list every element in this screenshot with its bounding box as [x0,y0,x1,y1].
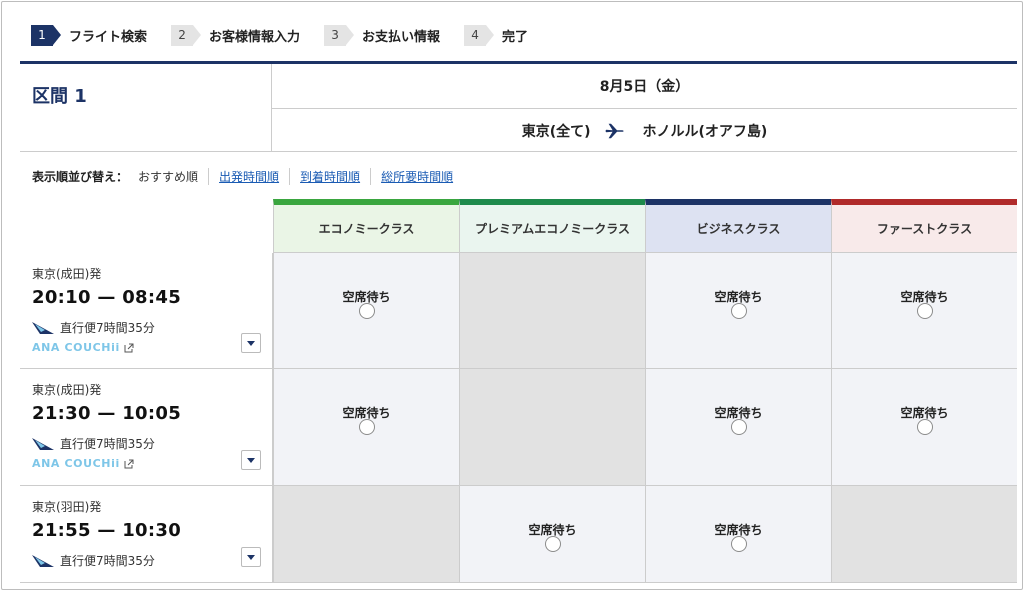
flight-row: 東京(羽田)発 21:55 — 10:30 直行便7時間35分 空席待ち 空席待ち [20,486,1017,583]
fare-cell-unavailable [459,253,645,368]
sort-current: おすすめ順 [138,170,199,184]
class-header-economy: エコノミークラス [273,199,459,253]
step-label: 完了 [502,29,529,45]
airplane-icon [604,123,624,138]
fare-cell-waitlist: 空席待ち [645,486,831,582]
sort-label: 表示順並び替え： [32,170,129,184]
ana-couchii-link[interactable]: ANA COUCHii [32,457,134,470]
segment-title: 区間 1 [32,86,87,107]
external-link-icon [124,343,134,352]
progress-steps: 1 フライト検索 2 お客様情報入力 3 お支払い情報 4 完了 [31,24,552,46]
departure-airport: 東京(羽田)発 [32,500,102,514]
flight-duration: 直行便7時間35分 [60,321,155,335]
flight-info: 東京(成田)発 21:30 — 10:05 直行便7時間35分 ANA COUCHii [20,369,273,485]
promo-label: ANA COUCHii [32,457,120,470]
departure-airport: 東京(成田)発 [32,267,102,281]
fare-radio-button[interactable] [358,303,375,319]
fare-cell-unavailable [831,486,1017,582]
chevron-down-icon [247,340,255,346]
fare-cell-waitlist: 空席待ち [273,253,459,368]
flight-row: 東京(成田)発 21:30 — 10:05 直行便7時間35分 ANA COUCHii… [20,369,1017,486]
ana-logo-icon [32,555,54,567]
fare-cell-unavailable [273,486,459,582]
expand-details-button[interactable] [241,547,261,567]
flight-info: 東京(成田)発 20:10 — 08:45 直行便7時間35分 ANA COUCHii [20,253,273,368]
class-header-business: ビジネスクラス [645,199,831,253]
flight-times: 20:10 — 08:45 [32,287,182,308]
fare-radio-button[interactable] [916,419,933,435]
sort-by-arrival-link[interactable]: 到着時間順 [289,168,370,185]
step-number: 2 [171,24,202,46]
flight-duration: 直行便7時間35分 [60,437,155,451]
step-flight-search: 1 フライト検索 [31,24,148,46]
expand-details-button[interactable] [241,450,261,470]
fare-radio-button[interactable] [730,419,747,435]
ana-couchii-link[interactable]: ANA COUCHii [32,341,134,354]
flight-row: 東京(成田)発 20:10 — 08:45 直行便7時間35分 ANA COUCHii… [20,253,1017,369]
departure-date: 8月5日（金） [272,64,1017,109]
promo-label: ANA COUCHii [32,341,120,354]
fare-cell-waitlist: 空席待ち [831,253,1017,368]
ana-logo-icon [32,438,54,450]
class-header-premium-economy: プレミアムエコノミークラス [459,199,645,253]
fare-cell-waitlist: 空席待ち [459,486,645,582]
step-label: お支払い情報 [362,29,441,45]
fare-radio-button[interactable] [358,419,375,435]
step-number: 1 [31,24,61,46]
flight-duration: 直行便7時間35分 [60,554,155,568]
origin-airport: 東京(全て) [521,123,591,140]
departure-airport: 東京(成田)発 [32,383,102,397]
step-complete: 4 完了 [464,24,529,46]
chevron-down-icon [247,554,255,560]
step-number: 3 [324,24,355,46]
ana-logo-icon [32,322,54,334]
flight-info: 東京(羽田)発 21:55 — 10:30 直行便7時間35分 [20,486,273,582]
step-customer-info: 2 お客様情報入力 [171,24,301,46]
sort-by-duration-link[interactable]: 総所要時間順 [370,168,463,185]
step-label: フライト検索 [69,29,148,45]
fare-cell-waitlist: 空席待ち [645,369,831,485]
fare-radio-button[interactable] [916,303,933,319]
step-number: 4 [464,24,495,46]
expand-details-button[interactable] [241,333,261,353]
step-label: お客様情報入力 [209,29,301,45]
route-airports: 東京(全て) ホノルル(オアフ島) [272,109,1017,152]
sort-bar: 表示順並び替え： おすすめ順 出発時間順 到着時間順 総所要時間順 [32,168,463,185]
fare-cell-unavailable [459,369,645,485]
step-payment-info: 3 お支払い情報 [324,24,441,46]
fare-radio-button[interactable] [544,536,561,552]
segment-title-cell: 区間 1 [20,64,272,152]
flight-times: 21:30 — 10:05 [32,403,182,424]
fare-cell-waitlist: 空席待ち [831,369,1017,485]
destination-airport: ホノルル(オアフ島) [642,123,768,140]
chevron-down-icon [247,457,255,463]
booking-panel: 1 フライト検索 2 お客様情報入力 3 お支払い情報 4 完了 区間 1 8月… [1,1,1023,590]
class-header-first: ファーストクラス [831,199,1017,253]
external-link-icon [124,459,134,468]
fare-radio-button[interactable] [730,536,747,552]
flight-times: 21:55 — 10:30 [32,520,182,541]
fare-cell-waitlist: 空席待ち [273,369,459,485]
segment-header: 区間 1 8月5日（金） 東京(全て) ホノルル(オアフ島) [20,64,1017,152]
sort-by-departure-link[interactable]: 出発時間順 [208,168,289,185]
fare-cell-waitlist: 空席待ち [645,253,831,368]
fare-radio-button[interactable] [730,303,747,319]
